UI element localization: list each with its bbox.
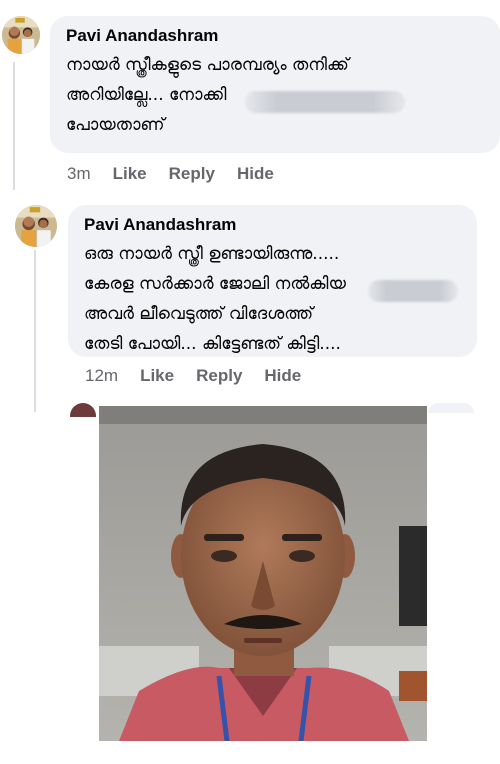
hide-button[interactable]: Hide: [237, 164, 274, 184]
reply-button[interactable]: Reply: [169, 164, 215, 184]
redaction-blur: [368, 280, 458, 302]
comment-bubble: [428, 403, 474, 413]
like-button[interactable]: Like: [140, 366, 174, 386]
avatar[interactable]: [2, 16, 40, 54]
reply-button[interactable]: Reply: [196, 366, 242, 386]
comment-timestamp[interactable]: 12m: [85, 366, 118, 386]
avatar[interactable]: [70, 403, 96, 417]
comment-actions: 3m Like Reply Hide: [67, 164, 296, 184]
thread-line: [34, 250, 36, 412]
comment-actions: 12m Like Reply Hide: [85, 366, 323, 386]
avatar[interactable]: [15, 205, 57, 247]
redaction-blur: [245, 91, 405, 113]
comment-author[interactable]: Pavi Anandashram: [66, 26, 484, 46]
hide-button[interactable]: Hide: [264, 366, 301, 386]
comment-timestamp[interactable]: 3m: [67, 164, 91, 184]
like-button[interactable]: Like: [113, 164, 147, 184]
comment-bubble: Pavi Anandashram നായർ സ്ത്രീകളുടെ പാരമ്പ…: [50, 16, 500, 153]
comment-author[interactable]: Pavi Anandashram: [84, 215, 461, 235]
comment-bubble: Pavi Anandashram ഒരു നായർ സ്ത്രീ ഉണ്ടായി…: [68, 205, 477, 357]
thread-line: [13, 62, 15, 190]
person-photo: [99, 406, 427, 741]
